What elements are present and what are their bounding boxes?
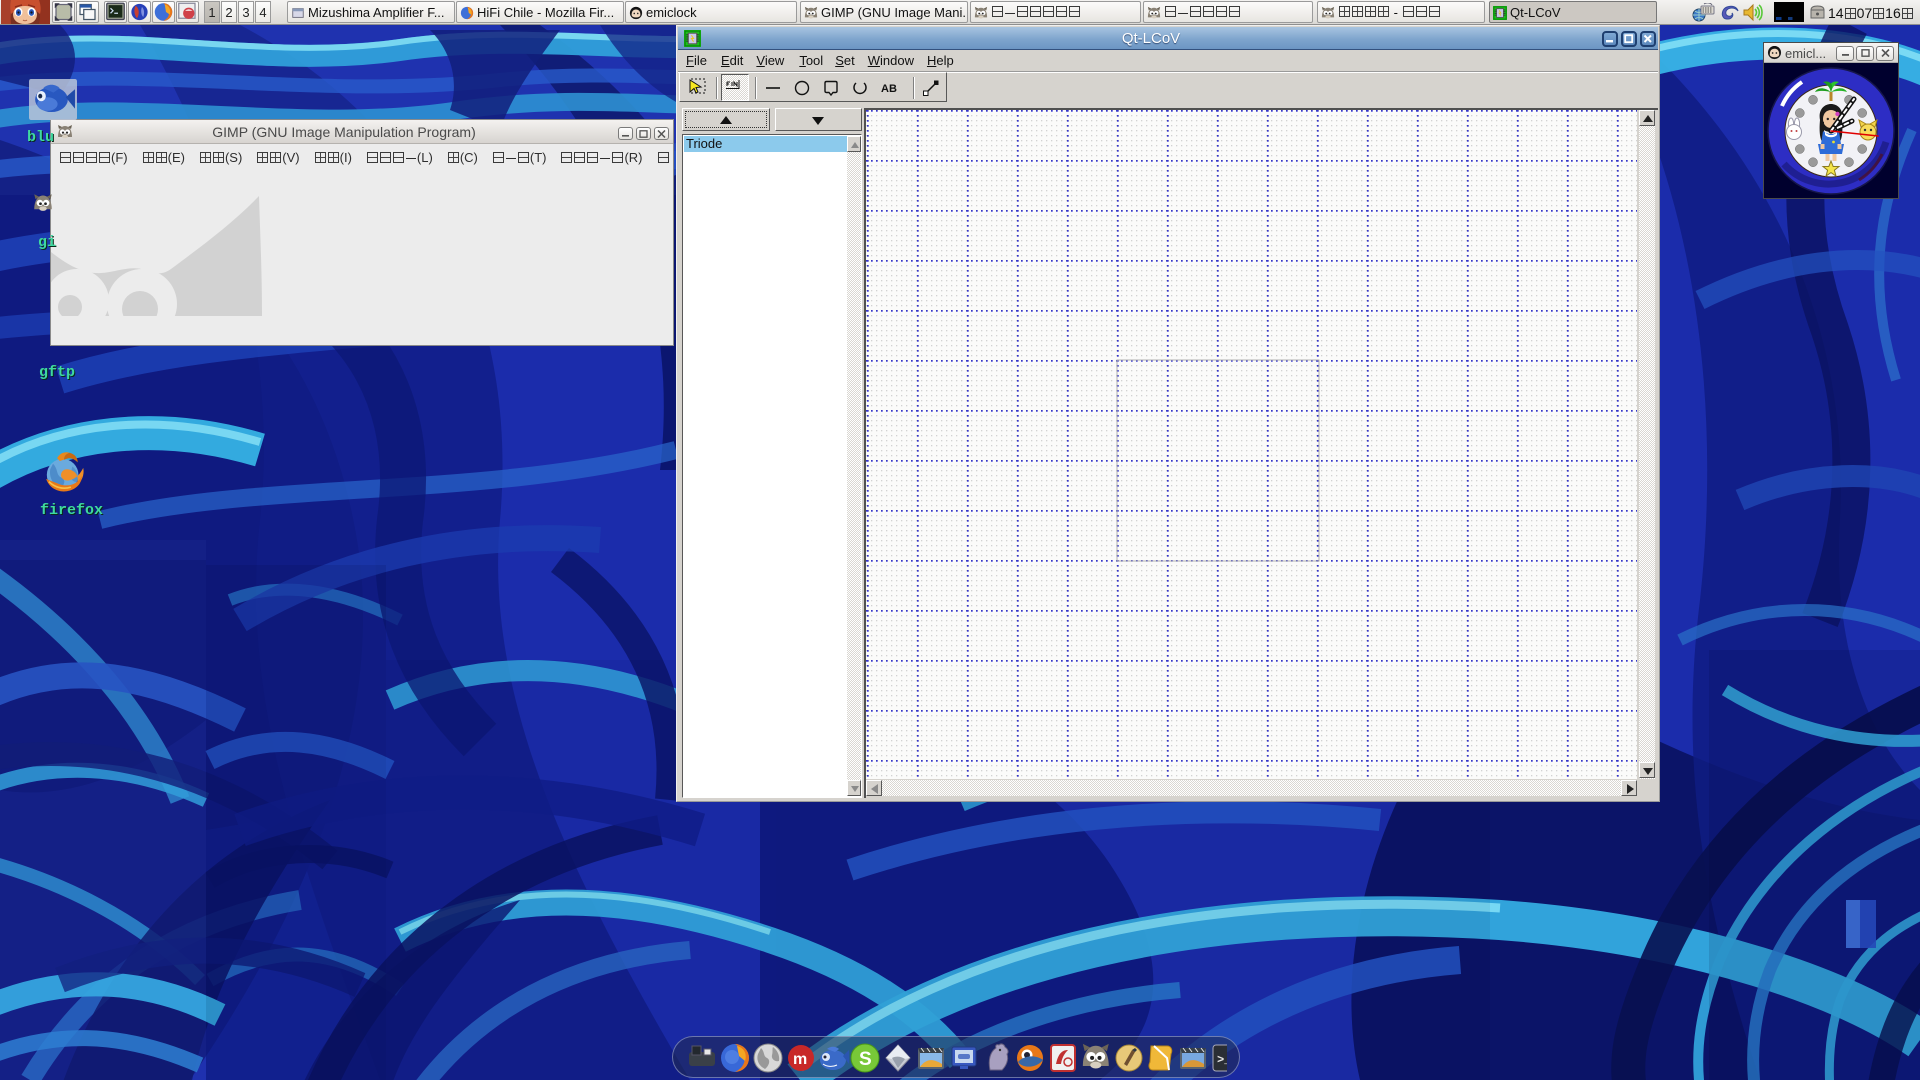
svg-text:AB: AB bbox=[881, 83, 897, 95]
svg-text:>_: >_ bbox=[1217, 1053, 1227, 1067]
svg-text:m: m bbox=[793, 1051, 807, 1068]
svg-text:S: S bbox=[859, 1049, 872, 1070]
